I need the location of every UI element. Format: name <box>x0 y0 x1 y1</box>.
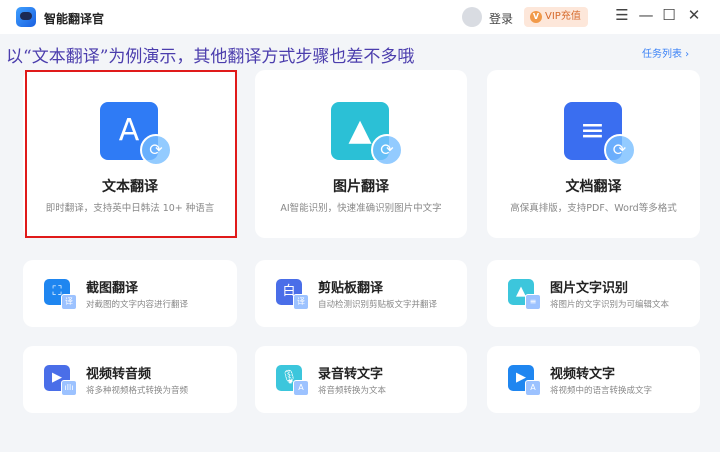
title-bar: 智能翻译官 登录 V VIP充值 ☰ — ☐ ✕ <box>0 0 720 34</box>
tool-title: 视频转文字 <box>550 367 616 382</box>
app-title: 智能翻译官 <box>44 12 105 26</box>
tool-title: 截图翻译 <box>86 281 139 296</box>
feature-card[interactable]: ≡ ⟳ 文档翻译 高保真排版，支持PDF、Word等多格式 <box>487 70 700 238</box>
app-logo-icon <box>16 7 36 27</box>
feature-desc: AI智能识别，快速准确识别图片中文字 <box>280 203 442 214</box>
tool-card[interactable]: ▶ ıllı 视频转音频 将多种视频格式转换为音频 <box>23 346 237 413</box>
tool-desc: 将图片的文字识别为可编辑文本 <box>550 300 670 310</box>
tool-desc: 将多种视频格式转换为音频 <box>86 386 189 396</box>
tool-card[interactable]: ▲ ≡ 图片文字识别 将图片的文字识别为可编辑文本 <box>487 260 700 327</box>
task-list-link[interactable]: 任务列表 › <box>642 45 689 60</box>
tool-title: 录音转文字 <box>318 367 384 382</box>
tool-badge-icon: A <box>525 380 541 396</box>
highlight-box <box>25 70 237 238</box>
avatar-icon[interactable] <box>462 7 482 27</box>
tool-card[interactable]: ▶ A 视频转文字 将视频中的语言转换成文字 <box>487 346 700 413</box>
tool-badge-icon: 译 <box>293 294 309 310</box>
tool-desc: 自动检测识别剪贴板文字并翻译 <box>318 300 438 310</box>
maximize-button[interactable]: ☐ <box>659 6 679 24</box>
tool-title: 剪贴板翻译 <box>318 281 384 296</box>
translate-badge-icon: ⟳ <box>603 134 636 166</box>
tool-desc: 将音频转换为文本 <box>318 386 387 396</box>
tool-badge-icon: 译 <box>61 294 77 310</box>
tool-badge-icon: A <box>293 380 309 396</box>
tool-desc: 对截图的文字内容进行翻译 <box>86 300 189 310</box>
vip-label: VIP充值 <box>545 11 581 22</box>
feature-title: 图片翻译 <box>333 179 389 195</box>
feature-title: 文档翻译 <box>565 179 622 195</box>
tool-badge-icon: ≡ <box>525 294 541 310</box>
tool-title: 视频转音频 <box>86 367 152 382</box>
menu-icon[interactable]: ☰ <box>612 6 632 24</box>
tool-card[interactable]: ⛶ 译 截图翻译 对截图的文字内容进行翻译 <box>23 260 237 327</box>
annotation-text: 以“文本翻译”为例演示，其他翻译方式步骤也差不多哦 <box>6 47 415 67</box>
tool-desc: 将视频中的语言转换成文字 <box>550 386 653 396</box>
vip-button[interactable]: V VIP充值 <box>524 7 588 27</box>
tool-badge-icon: ıllı <box>61 380 77 396</box>
close-button[interactable]: ✕ <box>684 6 704 24</box>
translate-badge-icon: ⟳ <box>371 134 403 166</box>
tool-card[interactable]: 白 译 剪贴板翻译 自动检测识别剪贴板文字并翻译 <box>255 260 467 327</box>
feature-card[interactable]: ▲ ⟳ 图片翻译 AI智能识别，快速准确识别图片中文字 <box>255 70 467 238</box>
tool-card[interactable]: 🎙 A 录音转文字 将音频转换为文本 <box>255 346 467 413</box>
vip-icon: V <box>530 11 542 23</box>
login-button[interactable]: 登录 <box>489 10 513 27</box>
tool-title: 图片文字识别 <box>550 281 629 296</box>
feature-desc: 高保真排版，支持PDF、Word等多格式 <box>510 203 677 214</box>
minimize-button[interactable]: — <box>636 6 656 24</box>
